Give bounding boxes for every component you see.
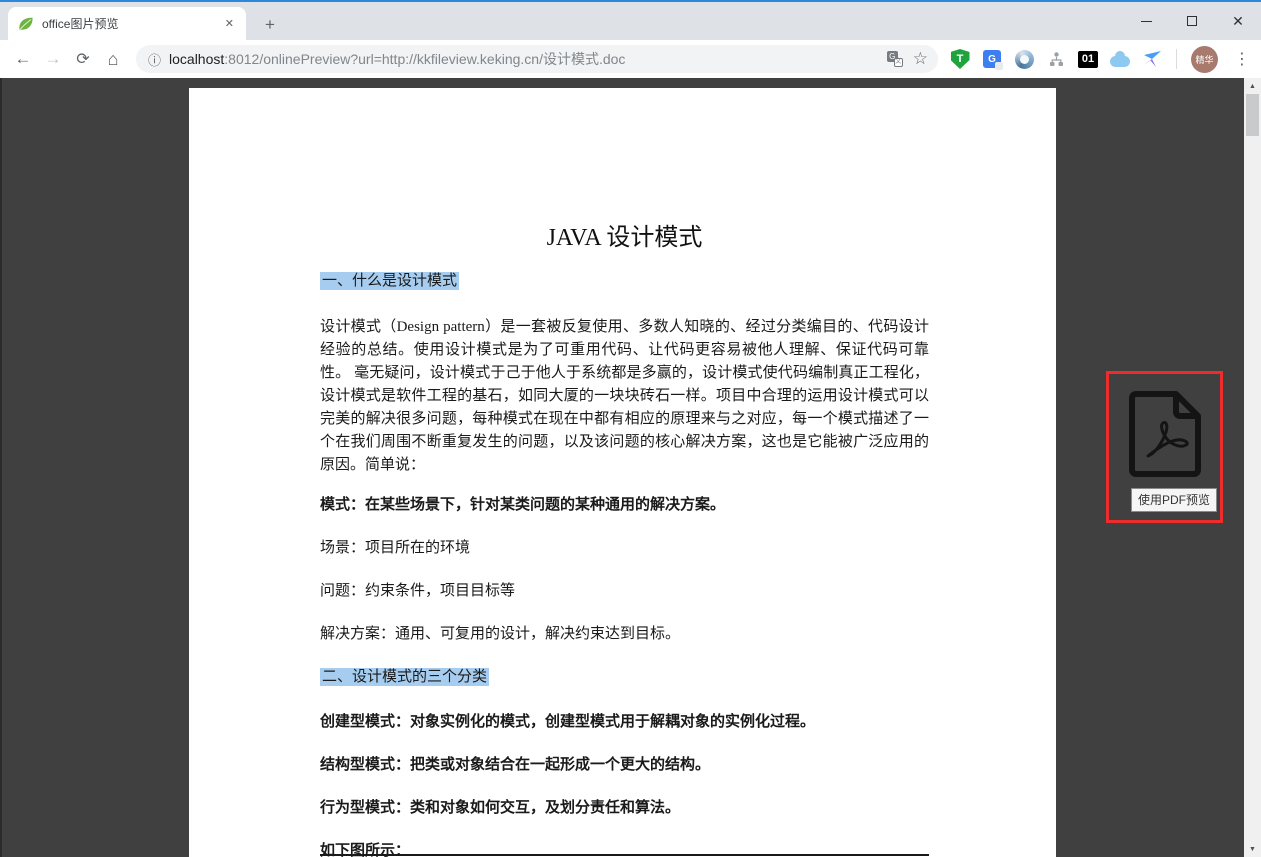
extension-swirl[interactable] bbox=[1014, 49, 1034, 69]
doc-line: 解决方案：通用、可复用的设计，解决约束达到目标。 bbox=[320, 624, 929, 645]
pdf-preview-button[interactable]: 使用PDF预览 bbox=[1106, 371, 1223, 523]
window-accent-border bbox=[0, 0, 1261, 2]
close-icon: ✕ bbox=[1232, 14, 1244, 28]
extension-cloud[interactable] bbox=[1110, 49, 1130, 69]
extension-01[interactable]: 01 bbox=[1078, 49, 1098, 69]
document-title: JAVA 设计模式 bbox=[320, 223, 929, 253]
url-text[interactable]: localhost:8012/onlinePreview?url=http://… bbox=[169, 49, 881, 69]
extensions-row: T G 01 精华 ⋮ bbox=[950, 46, 1258, 73]
doc-bold-line: 结构型模式：把类或对象结合在一起形成一个更大的结构。 bbox=[320, 755, 929, 776]
browser-viewport: JAVA 设计模式 一、什么是设计模式 设计模式（Design pattern）… bbox=[0, 78, 1244, 857]
scroll-up-icon[interactable]: ▲ bbox=[1244, 78, 1261, 94]
scrollbar-thumb[interactable] bbox=[1246, 94, 1259, 136]
extension-green-shield[interactable]: T bbox=[950, 49, 970, 69]
doc-bold-line: 行为型模式：类和对象如何交互，及划分责任和算法。 bbox=[320, 798, 929, 819]
maximize-button[interactable] bbox=[1169, 2, 1215, 40]
shield-icon: T bbox=[951, 49, 970, 69]
01-badge-icon: 01 bbox=[1078, 51, 1098, 68]
document-page: JAVA 设计模式 一、什么是设计模式 设计模式（Design pattern）… bbox=[189, 88, 1056, 857]
pdf-preview-tooltip: 使用PDF预览 bbox=[1131, 488, 1217, 512]
doc-line: 问题：约束条件，项目目标等 bbox=[320, 581, 929, 602]
cloud-icon bbox=[1110, 56, 1130, 67]
extension-translate[interactable]: G bbox=[982, 49, 1002, 69]
highlighted-heading: 一、什么是设计模式 bbox=[320, 272, 459, 290]
extension-bird[interactable] bbox=[1142, 49, 1162, 69]
sitemap-icon bbox=[1048, 51, 1065, 68]
tab-close-icon[interactable]: ✕ bbox=[221, 15, 238, 32]
home-button[interactable]: ⌂ bbox=[98, 44, 128, 74]
chrome-menu-icon[interactable]: ⋮ bbox=[1234, 49, 1250, 69]
browser-tab[interactable]: office图片预览 ✕ bbox=[8, 7, 246, 40]
reload-button[interactable]: ⟳ bbox=[68, 44, 98, 74]
doc-paragraph: 设计模式（Design pattern）是一套被反复使用、多数人知晓的、经过分类… bbox=[320, 316, 929, 477]
forward-button: → bbox=[38, 44, 68, 74]
browser-toolbar: ← → ⟳ ⌂ ⓘ localhost:8012/onlinePreview?u… bbox=[0, 40, 1261, 78]
doc-bold-line: 模式：在某些场景下，针对某类问题的某种通用的解决方案。 bbox=[320, 495, 929, 516]
new-tab-button[interactable]: + bbox=[258, 13, 282, 37]
vertical-scrollbar[interactable]: ▲ ▼ bbox=[1244, 78, 1261, 857]
translate-extension-icon: G bbox=[983, 50, 1001, 68]
toolbar-divider bbox=[1176, 49, 1177, 69]
tab-title: office图片预览 bbox=[42, 15, 221, 32]
bird-icon bbox=[1143, 50, 1162, 68]
scroll-down-icon[interactable]: ▼ bbox=[1244, 841, 1261, 857]
back-button[interactable]: ← bbox=[8, 44, 38, 74]
maximize-icon bbox=[1187, 16, 1197, 26]
profile-avatar[interactable]: 精华 bbox=[1191, 46, 1218, 73]
translate-page-icon[interactable]: G 文 bbox=[887, 51, 903, 67]
document-body: JAVA 设计模式 一、什么是设计模式 设计模式（Design pattern）… bbox=[189, 88, 1056, 857]
heading-underline bbox=[320, 854, 929, 856]
translate-icon-secondary: 文 bbox=[894, 58, 903, 67]
highlighted-heading: 二、设计模式的三个分类 bbox=[320, 668, 489, 686]
site-info-icon[interactable]: ⓘ bbox=[148, 50, 161, 69]
close-button[interactable]: ✕ bbox=[1215, 2, 1261, 40]
bookmark-star-icon[interactable]: ☆ bbox=[913, 49, 928, 69]
pdf-file-icon bbox=[1126, 388, 1208, 480]
extension-sitemap[interactable] bbox=[1046, 49, 1066, 69]
doc-heading-1: 一、什么是设计模式 bbox=[320, 271, 929, 292]
address-bar[interactable]: ⓘ localhost:8012/onlinePreview?url=http:… bbox=[136, 45, 938, 73]
swirl-icon bbox=[1015, 50, 1034, 69]
url-host: localhost bbox=[169, 51, 224, 67]
doc-line: 场景：项目所在的环境 bbox=[320, 538, 929, 559]
window-controls: ✕ bbox=[1123, 2, 1261, 40]
url-path: :8012/onlinePreview?url=http://kkfilevie… bbox=[224, 51, 625, 67]
doc-heading-2: 二、设计模式的三个分类 bbox=[320, 667, 929, 688]
doc-bold-line: 创建型模式：对象实例化的模式，创建型模式用于解耦对象的实例化过程。 bbox=[320, 712, 929, 733]
minimize-icon bbox=[1141, 21, 1152, 22]
spring-leaf-favicon bbox=[18, 16, 34, 32]
minimize-button[interactable] bbox=[1123, 2, 1169, 40]
